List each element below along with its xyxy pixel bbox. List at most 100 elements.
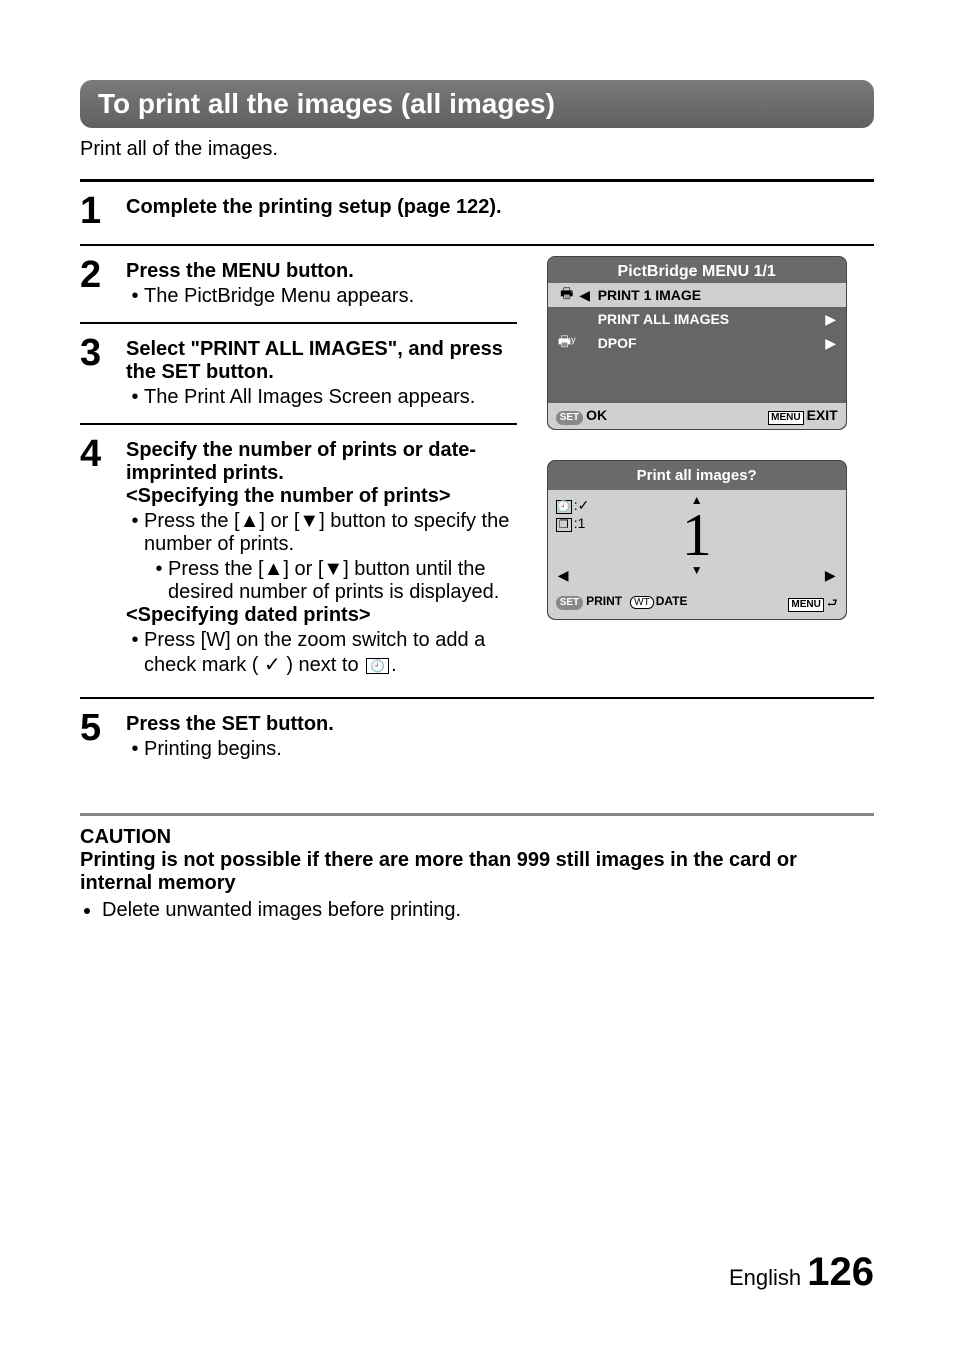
step-4: 4 Specify the number of prints or date-i…: [80, 425, 517, 691]
copies-row: ❐:1: [556, 514, 590, 532]
exit-action[interactable]: MENU EXIT: [768, 407, 838, 425]
wt-badge-icon: WT: [630, 596, 654, 609]
menu-badge-icon: MENU: [768, 411, 803, 425]
right-arrow-icon: ▶: [824, 335, 838, 352]
right-arrow-icon: ▶: [824, 311, 838, 328]
bullet-dot: •: [126, 285, 144, 308]
copies-stepper[interactable]: ▲ 1 ▼: [682, 495, 712, 575]
step-body: Specify the number of prints or date-imp…: [126, 435, 517, 677]
section-header: To print all the images (all images): [80, 80, 874, 128]
clock-icon: 🕘: [366, 658, 389, 674]
copies-number: 1: [682, 505, 712, 565]
menu-row-print-1-image[interactable]: 🖶 ◀ PRINT 1 IMAGE: [548, 283, 846, 307]
figure-title: PictBridge MENU 1/1: [548, 257, 846, 283]
bullet-text: Press [W] on the zoom switch to add a ch…: [144, 629, 517, 677]
sub-bullet: • Press the [▲] or [▼] button until the …: [126, 558, 517, 604]
printer-settings-icon: 🖶ʸ: [556, 331, 578, 355]
bullet-text: Press the [▲] or [▼] button until the de…: [168, 558, 517, 604]
caution-block: CAUTION Printing is not possible if ther…: [80, 813, 874, 922]
figure-footer: SETPRINT WTDATE MENU⮐: [548, 590, 846, 619]
caution-list: Delete unwanted images before printing.: [80, 899, 874, 922]
bullet-dot: •: [126, 738, 144, 761]
date-toggle-row: 🕘:✓: [556, 496, 590, 514]
bullet-text-part-b: .: [391, 654, 397, 676]
printer-icon: 🖶: [556, 283, 578, 307]
left-arrow-icon: ◀: [578, 287, 592, 304]
intro-text: Print all of the images.: [80, 138, 874, 161]
page-number: 126: [807, 1250, 874, 1294]
figure-print-all-images: Print all images? 🕘:✓ ❐:1 ▲ 1 ▼ ◀ ▶: [547, 460, 847, 620]
bullet-dot: •: [126, 510, 144, 533]
step-5: 5 Press the SET button. • Printing begin…: [80, 697, 874, 775]
figure-left-icons: 🕘:✓ ❐:1: [556, 496, 590, 532]
bullet: • Printing begins.: [126, 738, 874, 761]
step-title: Press the MENU button.: [126, 260, 354, 282]
step-title: Specify the number of prints or date-imp…: [126, 439, 476, 484]
menu-row-empty: [548, 379, 846, 403]
figure-pictbridge-menu: PictBridge MENU 1/1 🖶 ◀ PRINT 1 IMAGE PR…: [547, 256, 847, 430]
step-number: 5: [80, 709, 126, 747]
bullet-text: The PictBridge Menu appears.: [144, 285, 517, 308]
step-title: Press the SET button.: [126, 713, 334, 735]
step-number: 2: [80, 256, 126, 294]
menu-row-dpof[interactable]: 🖶ʸ DPOF ▶: [548, 331, 846, 355]
step-1: 1 Complete the printing setup (page 122)…: [80, 182, 874, 246]
bullet: • The PictBridge Menu appears.: [126, 285, 517, 308]
step-title: Complete the printing setup (page 122).: [126, 196, 502, 218]
figure-title: Print all images?: [548, 461, 846, 490]
clock-icon: 🕘: [556, 500, 572, 514]
menu-label: PRINT 1 IMAGE: [592, 287, 824, 303]
print-label: PRINT: [586, 594, 622, 608]
menu-row-print-all-images[interactable]: PRINT ALL IMAGES ▶: [548, 307, 846, 331]
left-arrow-icon[interactable]: ◀: [558, 567, 569, 584]
print-action[interactable]: SETPRINT: [556, 594, 622, 615]
step-body: Select "PRINT ALL IMAGES", and press the…: [126, 334, 517, 409]
steps-list: 1 Complete the printing setup (page 122)…: [80, 179, 874, 775]
bullet: • Press [W] on the zoom switch to add a …: [126, 629, 517, 677]
caution-list-item: Delete unwanted images before printing.: [102, 899, 874, 922]
page-footer: English 126: [729, 1250, 874, 1295]
bullet-text: Press the [▲] or [▼] button to specify t…: [144, 510, 517, 556]
step-title: Select "PRINT ALL IMAGES", and press the…: [126, 338, 503, 383]
ok-action[interactable]: SETOK: [556, 407, 607, 425]
bullet-text: Printing begins.: [144, 738, 874, 761]
exit-label: EXIT: [807, 407, 838, 423]
set-badge-icon: SET: [556, 411, 583, 425]
step-body: Complete the printing setup (page 122).: [126, 192, 874, 219]
date-action[interactable]: WTDATE: [630, 594, 687, 615]
set-badge-icon: SET: [556, 596, 583, 610]
back-action[interactable]: MENU⮐: [788, 594, 837, 615]
right-column: PictBridge MENU 1/1 🖶 ◀ PRINT 1 IMAGE PR…: [547, 246, 874, 691]
step-3: 3 Select "PRINT ALL IMAGES", and press t…: [80, 324, 517, 425]
bullet: • The Print All Images Screen appears.: [126, 386, 517, 409]
figure-mid: 🕘:✓ ❐:1 ▲ 1 ▼ ◀ ▶: [548, 490, 846, 590]
step-number: 3: [80, 334, 126, 372]
footer-language: English: [729, 1265, 801, 1290]
bullet-dot: •: [150, 558, 168, 581]
back-icon: ⮐: [827, 596, 838, 610]
bullet-dot: •: [126, 386, 144, 409]
left-column: 2 Press the MENU button. • The PictBridg…: [80, 246, 517, 691]
copies-icon: ❐: [556, 518, 572, 532]
caution-title: CAUTION: [80, 826, 874, 849]
figure-footer: SETOK MENU EXIT: [548, 403, 846, 429]
date-value: :✓: [574, 497, 590, 513]
right-arrow-icon[interactable]: ▶: [825, 567, 836, 584]
bullet-text-part-a: Press [W] on the zoom switch to add a ch…: [144, 629, 485, 676]
bullet-dot: •: [126, 629, 144, 652]
step-body: Press the SET button. • Printing begins.: [126, 709, 874, 761]
two-column-area: 2 Press the MENU button. • The PictBridg…: [80, 246, 874, 691]
step-2: 2 Press the MENU button. • The PictBridg…: [80, 246, 517, 324]
ok-label: OK: [586, 407, 607, 423]
menu-label: DPOF: [592, 335, 824, 351]
step-body: Press the MENU button. • The PictBridge …: [126, 256, 517, 308]
subheading-b: <Specifying dated prints>: [126, 604, 371, 626]
bullet-text: The Print All Images Screen appears.: [144, 386, 517, 409]
lr-arrows: ◀ ▶: [558, 567, 836, 584]
step-number: 4: [80, 435, 126, 473]
menu-label: PRINT ALL IMAGES: [592, 311, 824, 327]
date-label: DATE: [656, 594, 688, 608]
figure-body: 🖶 ◀ PRINT 1 IMAGE PRINT ALL IMAGES ▶ 🖶ʸ: [548, 283, 846, 403]
menu-row-empty: [548, 355, 846, 379]
copies-value: :1: [574, 515, 586, 531]
